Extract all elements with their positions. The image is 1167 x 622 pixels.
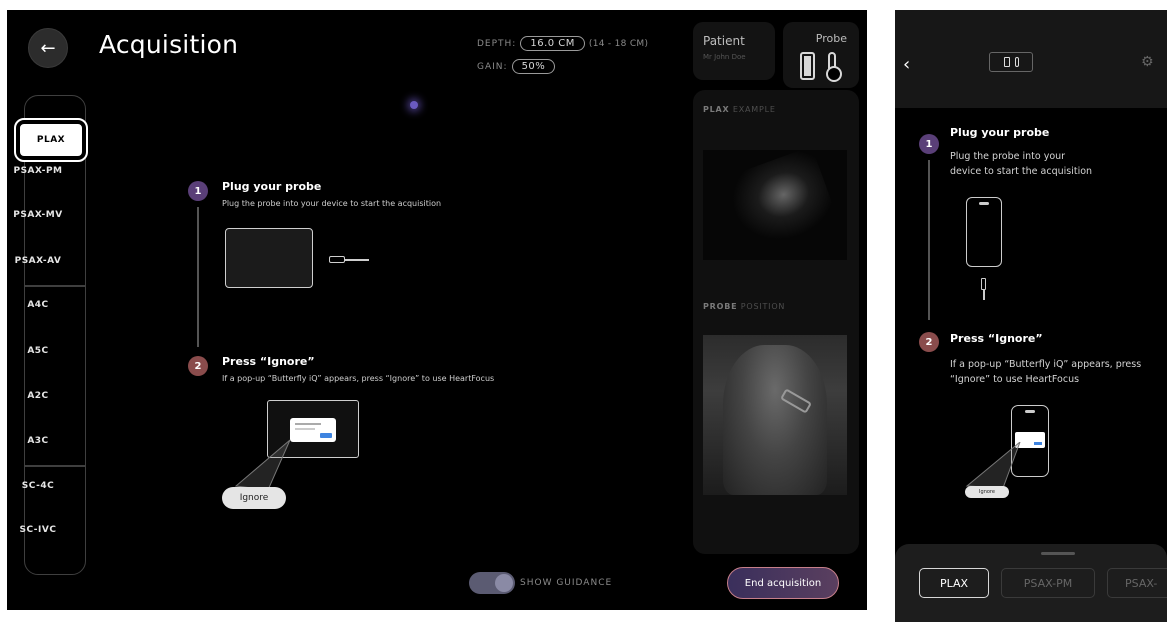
phone-step-description-2: If a pop-up “Butterfly iQ” appears, pres… — [950, 359, 1142, 385]
probe-status[interactable] — [989, 52, 1033, 72]
gain-label: GAIN: — [477, 61, 508, 72]
view-item-psax-mv[interactable]: PSAX-MV — [7, 210, 81, 220]
step-title-1: Plug your probe — [222, 180, 322, 193]
sheet-handle[interactable] — [1041, 552, 1075, 555]
depth-range: (14 - 18 CM) — [588, 38, 649, 49]
cursor-dot — [410, 101, 418, 109]
plug-icon — [981, 278, 986, 290]
step-connector — [197, 207, 199, 347]
probe-position-label: PROBE POSITION — [703, 302, 786, 311]
callout-lines — [965, 442, 1021, 489]
back-button[interactable]: ← — [28, 28, 68, 68]
depth-label: DEPTH: — [477, 38, 517, 49]
ultrasound-example-image — [703, 150, 847, 260]
view-item-a2c[interactable]: A2C — [7, 391, 81, 401]
cable-icon — [345, 259, 369, 261]
view-item-a3c[interactable]: A3C — [7, 436, 81, 446]
thermometer-icon — [826, 52, 842, 82]
sidebar-divider — [24, 285, 86, 287]
phone-step-connector — [928, 160, 930, 320]
canvas: ← Acquisition DEPTH: 16.0 CM (14 - 18 CM… — [0, 0, 1167, 622]
patient-card[interactable]: Patient Mr John Doe — [693, 22, 775, 80]
arrow-left-icon: ← — [40, 37, 56, 59]
probe-position-image — [703, 335, 847, 495]
example-panel: PLAX EXAMPLE PROBE POSITION — [693, 90, 859, 554]
cable-icon — [983, 290, 985, 300]
phone-tab-psax[interactable]: PSAX- — [1107, 568, 1167, 598]
probe-icon — [1003, 57, 1010, 67]
thermometer-icon — [1014, 57, 1019, 67]
show-guidance-toggle[interactable] — [469, 572, 515, 594]
phone-tab-psax-pm[interactable]: PSAX-PM — [1001, 568, 1095, 598]
step-description-2: If a pop-up “Butterfly iQ” appears, pres… — [222, 374, 495, 383]
view-item-sc-4c[interactable]: SC-4C — [7, 481, 81, 491]
view-item-a4c[interactable]: A4C — [7, 300, 81, 310]
phone-step-number-1: 1 — [919, 134, 939, 154]
ignore-button-illustration: Ignore — [222, 487, 286, 509]
tablet-illustration — [225, 228, 313, 288]
gear-icon[interactable]: ⚙ — [1141, 54, 1154, 70]
step-number-2: 2 — [188, 356, 208, 376]
end-acquisition-button[interactable]: End acquisition — [727, 567, 839, 599]
view-item-psax-pm[interactable]: PSAX-PM — [7, 166, 81, 176]
step-description-1: Plug the probe into your device to start… — [222, 199, 442, 208]
step-title-2: Press “Ignore” — [222, 355, 315, 368]
probe-icon — [800, 52, 815, 80]
view-item-a5c[interactable]: A5C — [7, 346, 81, 356]
phone-step-title-2: Press “Ignore” — [950, 332, 1043, 345]
view-item-psax-av[interactable]: PSAX-AV — [7, 256, 81, 266]
depth-readout: DEPTH: 16.0 CM (14 - 18 CM) — [477, 36, 648, 51]
phone-header: ‹ ⚙ — [895, 10, 1167, 108]
tablet-screen: ← Acquisition DEPTH: 16.0 CM (14 - 18 CM… — [7, 10, 867, 610]
sidebar-divider — [24, 465, 86, 467]
phone-step-description-1: Plug the probe into your device to start… — [950, 151, 1093, 177]
page-title: Acquisition — [99, 30, 239, 59]
show-guidance-label: SHOW GUIDANCE — [520, 578, 613, 588]
phone-tab-plax[interactable]: PLAX — [919, 568, 989, 598]
chevron-left-icon[interactable]: ‹ — [903, 54, 910, 75]
patient-label: Patient — [703, 34, 745, 48]
view-item-sc-ivc[interactable]: SC-IVC — [7, 525, 81, 535]
probe-card[interactable]: Probe — [783, 22, 859, 88]
probe-label: Probe — [815, 32, 847, 45]
phone-illustration — [966, 197, 1002, 267]
popup-dialog-illustration — [290, 418, 336, 442]
plug-icon — [329, 256, 345, 263]
step-number-1: 1 — [188, 181, 208, 201]
view-item-plax[interactable]: PLAX — [14, 118, 88, 162]
example-label: PLAX EXAMPLE — [703, 105, 776, 114]
patient-name: Mr John Doe — [703, 53, 746, 61]
phone-step-title-1: Plug your probe — [950, 126, 1050, 139]
view-selector-sheet: PLAX PSAX-PM PSAX- — [895, 544, 1167, 622]
gain-readout: GAIN: 50% — [477, 59, 556, 74]
ignore-button-illustration: Ignore — [965, 486, 1009, 498]
gain-value[interactable]: 50% — [511, 59, 556, 74]
phone-screen: ‹ ⚙ 1 Plug your probe Plug the probe int… — [895, 10, 1167, 622]
depth-value[interactable]: 16.0 CM — [520, 36, 585, 51]
phone-step-number-2: 2 — [919, 332, 939, 352]
